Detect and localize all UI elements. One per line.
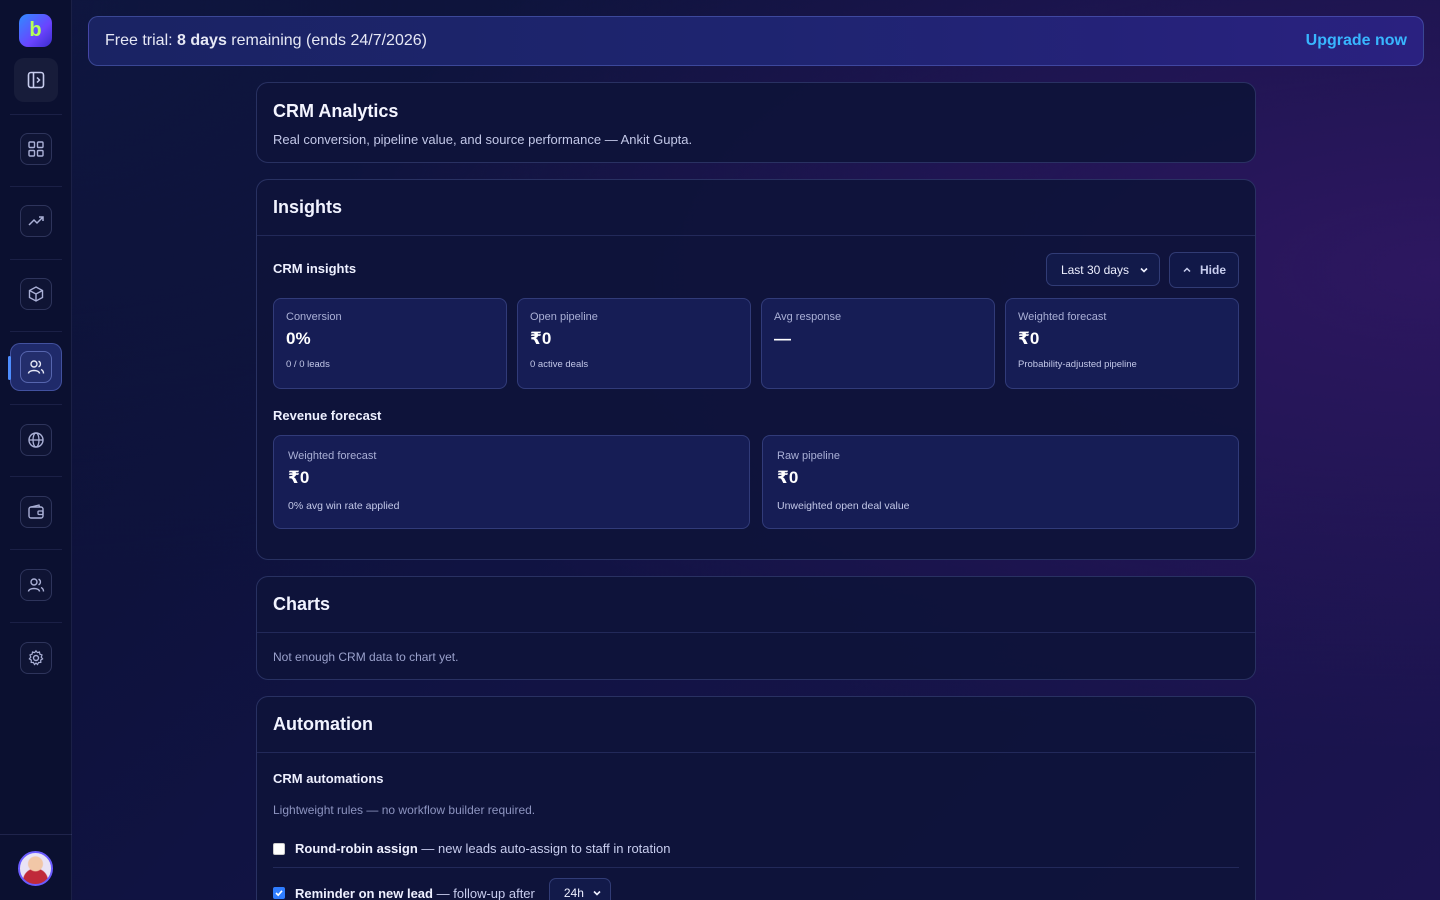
stat-value: 0% bbox=[286, 329, 311, 348]
trial-days: 8 days bbox=[177, 32, 227, 49]
stat-value: — bbox=[774, 329, 791, 348]
range-select-value: Last 30 days bbox=[1060, 262, 1129, 277]
trial-suffix: remaining (ends 24/7/2026) bbox=[231, 32, 427, 49]
rule-name: Reminder on new lead bbox=[295, 885, 433, 900]
insights-controls: Last 30 days Hide bbox=[1045, 252, 1239, 288]
wallet-icon bbox=[28, 504, 44, 519]
stat-value: ₹0 bbox=[777, 468, 799, 487]
revenue-card-raw-pipeline: Raw pipeline ₹0 Unweighted open deal val… bbox=[762, 435, 1239, 529]
check-icon bbox=[275, 890, 283, 897]
stat-card-conversion: Conversion 0% 0 / 0 leads bbox=[273, 298, 507, 389]
sidebar-footer-divider bbox=[0, 834, 72, 835]
rule-detail: — follow-up after bbox=[436, 885, 535, 900]
sidebar-item-analytics[interactable] bbox=[14, 199, 58, 243]
stat-label: Weighted forecast bbox=[288, 450, 377, 462]
hide-label: Hide bbox=[1199, 263, 1226, 277]
trial-text: Free trial: 8 days remaining (ends 24/7/… bbox=[105, 32, 427, 50]
grid-icon bbox=[28, 141, 44, 157]
charts-title: Charts bbox=[273, 594, 331, 614]
stat-card-open-pipeline: Open pipeline ₹0 0 active deals bbox=[517, 298, 751, 389]
sidebar-item-settings[interactable] bbox=[14, 636, 58, 680]
charts-empty-state: Not enough CRM data to chart yet. bbox=[273, 650, 459, 664]
avatar[interactable] bbox=[18, 851, 53, 886]
globe-icon bbox=[28, 432, 44, 448]
logo-letter: b bbox=[29, 19, 42, 41]
revenue-card-weighted-forecast: Weighted forecast ₹0 0% avg win rate app… bbox=[273, 435, 750, 529]
sidebar-divider bbox=[10, 114, 62, 115]
chevron-down-icon bbox=[1140, 267, 1148, 273]
page-title: CRM Analytics bbox=[273, 101, 399, 121]
chevron-down-icon bbox=[593, 890, 601, 896]
rule-divider bbox=[273, 867, 1239, 868]
range-select[interactable]: Last 30 days bbox=[1045, 253, 1160, 286]
sidebar-toggle-button[interactable] bbox=[14, 58, 58, 102]
upgrade-now-link[interactable]: Upgrade now bbox=[1306, 32, 1407, 50]
sidebar-divider bbox=[10, 331, 62, 332]
team-icon bbox=[27, 578, 45, 592]
sidebar-item-team[interactable] bbox=[14, 563, 58, 607]
stat-value: ₹0 bbox=[1018, 329, 1040, 348]
gear-icon bbox=[28, 649, 44, 666]
sidebar-divider bbox=[10, 622, 62, 623]
sidebar-divider bbox=[10, 186, 62, 187]
sidebar-item-crm[interactable] bbox=[8, 343, 62, 391]
sidebar-divider bbox=[10, 259, 62, 260]
rule-reminder: Reminder on new lead — follow-up after 2… bbox=[273, 878, 1239, 900]
reminder-checkbox[interactable] bbox=[273, 887, 285, 899]
users-icon bbox=[27, 360, 45, 374]
stat-note: 0% avg win rate applied bbox=[288, 500, 400, 512]
sidebar-divider bbox=[10, 476, 62, 477]
automation-description: Lightweight rules — no workflow builder … bbox=[273, 803, 536, 817]
rule-round-robin: Round-robin assign — new leads auto-assi… bbox=[273, 841, 1239, 856]
crm-insights-title: CRM insights bbox=[273, 261, 357, 276]
sidebar-item-wallet[interactable] bbox=[14, 490, 58, 534]
trending-up-icon bbox=[28, 216, 44, 226]
stat-note: Probability-adjusted pipeline bbox=[1018, 359, 1137, 370]
rule-name: Round-robin assign bbox=[295, 841, 418, 856]
stat-label: Open pipeline bbox=[530, 311, 598, 323]
automation-title: Automation bbox=[273, 714, 373, 734]
stat-value: ₹0 bbox=[530, 329, 552, 348]
sidebar-item-dashboard[interactable] bbox=[14, 127, 58, 171]
sidebar-divider bbox=[10, 404, 62, 405]
stat-label: Raw pipeline bbox=[777, 450, 840, 462]
round-robin-checkbox[interactable] bbox=[273, 842, 285, 855]
revenue-forecast-title: Revenue forecast bbox=[273, 408, 382, 423]
page-subtitle: Real conversion, pipeline value, and sou… bbox=[273, 132, 693, 147]
automation-card: Automation CRM automations Lightweight r… bbox=[256, 696, 1256, 900]
sidebar-divider bbox=[10, 549, 62, 550]
page-header-card: CRM Analytics Real conversion, pipeline … bbox=[256, 82, 1256, 163]
sidebar-item-products[interactable] bbox=[14, 272, 58, 316]
follow-up-delay-select[interactable]: 24h bbox=[548, 878, 611, 900]
stat-label: Weighted forecast bbox=[1018, 311, 1107, 323]
sidebar-panel-icon bbox=[27, 71, 45, 89]
follow-up-delay-value: 24h bbox=[563, 886, 584, 900]
stat-label: Avg response bbox=[774, 311, 842, 323]
crm-automations-title: CRM automations bbox=[273, 771, 384, 786]
trial-prefix: Free trial: bbox=[105, 32, 173, 49]
stat-card-weighted-forecast: Weighted forecast ₹0 Probability-adjuste… bbox=[1005, 298, 1239, 389]
box-icon bbox=[28, 286, 44, 302]
rule-detail: — new leads auto-assign to staff in rota… bbox=[421, 841, 671, 856]
trial-banner: Free trial: 8 days remaining (ends 24/7/… bbox=[88, 16, 1424, 66]
stat-value: ₹0 bbox=[288, 468, 310, 487]
app-logo[interactable]: b bbox=[19, 14, 52, 47]
stat-note: Unweighted open deal value bbox=[777, 500, 910, 512]
stat-label: Conversion bbox=[286, 311, 342, 323]
chevron-up-icon bbox=[1183, 267, 1191, 273]
insights-card: Insights CRM insights Last 30 days Hide … bbox=[256, 179, 1256, 560]
hide-button[interactable]: Hide bbox=[1168, 252, 1239, 288]
stat-note: 0 / 0 leads bbox=[286, 359, 330, 370]
sidebar-item-website[interactable] bbox=[14, 418, 58, 462]
charts-card: Charts Not enough CRM data to chart yet. bbox=[256, 576, 1256, 680]
stat-note: 0 active deals bbox=[530, 359, 589, 370]
insights-title: Insights bbox=[273, 197, 343, 217]
stat-card-avg-response: Avg response — bbox=[761, 298, 995, 389]
sidebar: b bbox=[0, 0, 72, 900]
